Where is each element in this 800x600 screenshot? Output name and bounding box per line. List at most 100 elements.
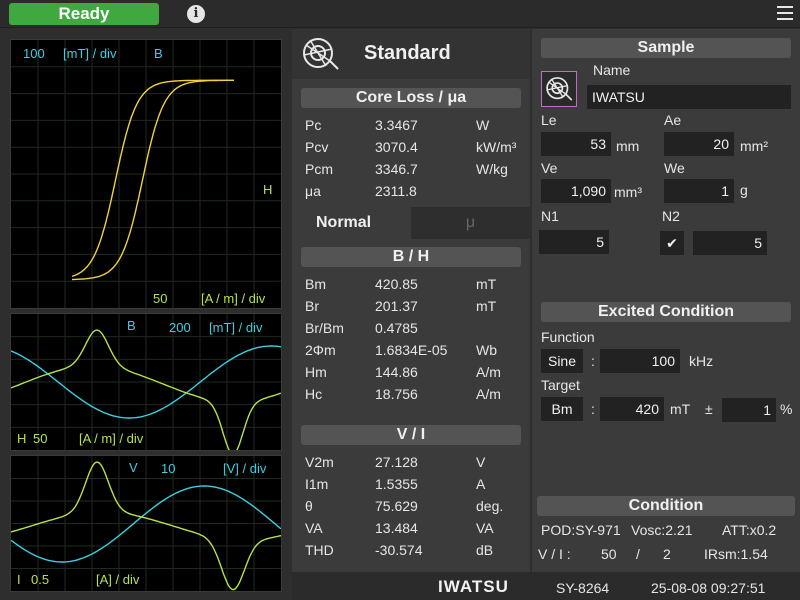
function-colon: :: [591, 353, 595, 369]
bh-loop-graph: [11, 40, 281, 308]
bh-row-value: 201.37: [375, 298, 418, 314]
condition-vi-i: 2: [663, 546, 671, 562]
bh-row-value: 144.86: [375, 364, 418, 380]
wavev-y-scale: 10: [161, 461, 176, 476]
bh-x-unit: [A / m] / div: [201, 291, 266, 306]
bh-waveform-plot[interactable]: B 200 [mT] / div H 50 [A / m] / div: [10, 313, 282, 451]
bh-loop-descending: [71, 79, 234, 278]
bh-x-name: H: [263, 182, 273, 197]
model-number: SY-8264: [556, 580, 610, 596]
condition-header: Condition: [537, 496, 795, 516]
bh-row-value: 0.4785: [375, 320, 418, 336]
we-field[interactable]: 1: [664, 179, 734, 203]
bh-row-label: Hm: [305, 364, 327, 380]
vi-row-value: 27.128: [375, 454, 418, 470]
bh-row-value: 1.6834E-05: [375, 342, 448, 358]
hamburger-menu-icon[interactable]: [777, 6, 793, 20]
condition-vosc: Vosc:2.21: [631, 522, 693, 538]
bh-y-unit: [mT] / div: [63, 46, 117, 61]
condition-pod: POD:SY-971: [541, 522, 621, 538]
waveb-x-scale: 50: [33, 431, 48, 446]
coreloss-row-label: Pcv: [305, 139, 329, 155]
sample-name-label: Name: [593, 62, 631, 78]
vi-row-value: -30.574: [375, 542, 423, 558]
waveb-y-unit: [mT] / div: [209, 320, 263, 335]
bh-row-unit: Wb: [476, 342, 497, 358]
function-label: Function: [541, 329, 595, 345]
ae-unit: mm²: [740, 138, 768, 154]
target-type-button[interactable]: Bm: [541, 397, 583, 421]
coreloss-header: Core Loss / μa: [301, 88, 521, 108]
wavev-x-unit: [A] / div: [96, 572, 140, 587]
info-icon[interactable]: i: [187, 5, 205, 23]
bh-row-value: 420.85: [375, 276, 418, 292]
function-type-button[interactable]: Sine: [541, 349, 583, 373]
vi-waveform-graph: [11, 456, 281, 591]
vi-waveform-plot[interactable]: V 10 [V] / div I 0.5 [A] / div: [10, 455, 282, 592]
wavev-x-scale: 0.5: [31, 572, 50, 587]
vi-row-value: 1.5355: [375, 476, 418, 492]
sample-header: Sample: [541, 38, 791, 58]
wavev-x-name: I: [17, 572, 21, 587]
le-label: Le: [541, 112, 557, 128]
tolerance-unit: %: [780, 401, 793, 417]
wavev-y-name: V: [129, 460, 138, 475]
n2-field[interactable]: 5: [693, 231, 767, 255]
bh-row-unit: A/m: [476, 386, 501, 402]
vi-row-label: θ: [305, 498, 313, 514]
condition-vi-v: 50: [601, 546, 617, 562]
tab-normal[interactable]: Normal: [292, 207, 411, 239]
target-value-field[interactable]: 420: [600, 397, 664, 421]
vi-row-unit: A: [476, 476, 486, 492]
bh-row-label: Bm: [305, 276, 326, 292]
condition-irsm: IRsm:1.54: [704, 546, 768, 562]
frequency-field[interactable]: 100: [600, 349, 680, 373]
bh-loop-plot[interactable]: 100 [mT] / div B H 50 [A / m] / div: [10, 39, 282, 309]
le-field[interactable]: 53: [541, 132, 611, 156]
vi-row-unit: deg.: [476, 498, 504, 514]
bh-row-unit: mT: [476, 276, 497, 292]
waveb-x-name: H: [17, 431, 27, 446]
we-label: We: [664, 160, 685, 176]
coreloss-row-value: 2311.8: [375, 183, 417, 199]
n1-field[interactable]: 5: [539, 230, 609, 254]
tolerance-field[interactable]: 1: [722, 398, 776, 422]
bh-y-name: B: [154, 46, 163, 61]
brand-logo: IWATSU: [438, 577, 509, 596]
coreloss-row-value: 3.3467: [375, 117, 418, 133]
coreloss-row-value: 3070.4: [375, 139, 418, 155]
target-label: Target: [541, 377, 580, 393]
waveb-y-scale: 200: [169, 320, 191, 335]
bh-y-scale: 100: [23, 46, 45, 61]
bh-row-value: 18.756: [375, 386, 418, 402]
tab-mu[interactable]: μ: [411, 207, 530, 239]
excited-header: Excited Condition: [541, 302, 791, 322]
vi-row-unit: dB: [476, 542, 494, 558]
waveb-y-name: B: [127, 318, 136, 333]
ae-field[interactable]: 20: [664, 132, 734, 156]
ve-unit: mm³: [614, 184, 642, 200]
bh-row-unit: A/m: [476, 364, 501, 380]
tolerance-sign: ±: [705, 401, 713, 417]
ve-field[interactable]: 1,090: [541, 179, 611, 203]
n2-checkbox[interactable]: ✔: [660, 231, 684, 255]
bh-header: B / H: [301, 247, 521, 267]
vi-row-label: VA: [305, 520, 323, 536]
sample-name-field[interactable]: IWATSU: [587, 85, 791, 109]
vi-row-value: 75.629: [375, 498, 418, 514]
le-unit: mm: [616, 138, 640, 154]
settings-panel: [532, 29, 800, 572]
sample-core-button[interactable]: [541, 71, 577, 107]
vi-row-label: V2m: [305, 454, 334, 470]
target-unit: mT: [670, 401, 691, 417]
target-colon: :: [591, 401, 595, 417]
coreloss-row-label: μa: [305, 183, 321, 199]
vi-row-unit: VA: [476, 520, 494, 536]
waveb-x-unit: [A / m] / div: [79, 431, 144, 446]
frequency-unit: kHz: [689, 353, 714, 369]
vi-header: V / I: [301, 425, 521, 445]
coreloss-row-unit: W: [476, 117, 490, 133]
condition-att: ATT:x0.2: [722, 522, 777, 538]
coreloss-row-label: Pc: [305, 117, 322, 133]
core-icon: [546, 77, 573, 101]
